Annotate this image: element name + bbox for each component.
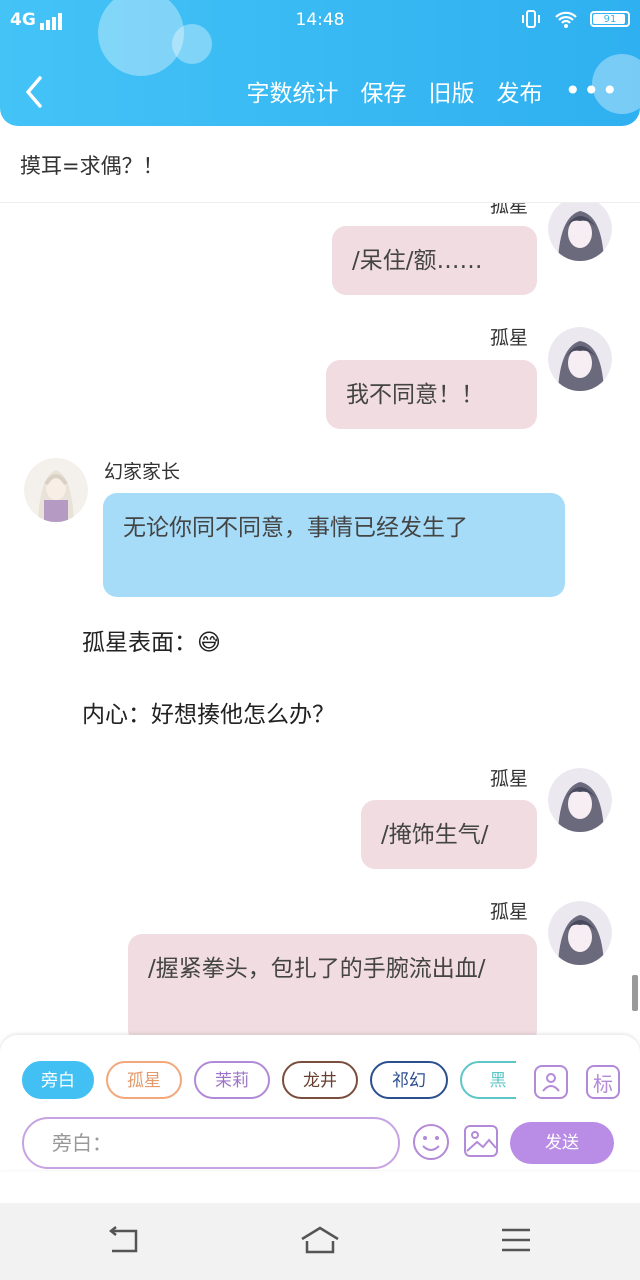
back-button[interactable] <box>18 72 54 112</box>
role-chip-hei[interactable]: 黑 <box>460 1061 516 1099</box>
more-menu-button[interactable]: ••• <box>564 77 620 105</box>
wifi-icon <box>555 11 577 28</box>
contact-icon <box>542 1073 560 1092</box>
sender-name: 孤星 <box>490 901 529 923</box>
message-input[interactable]: 旁白： <box>22 1117 400 1169</box>
app-header: 4G 14:48 91 字数统计 保存 旧版 发布 ••• <box>0 0 640 126</box>
role-chip-guxing[interactable]: 孤星 <box>106 1061 182 1099</box>
message-bubble[interactable]: /握紧拳头，包扎了的手腕流出血/ <box>128 934 537 1035</box>
home-nav-icon[interactable] <box>299 1225 341 1255</box>
role-chip-qihuan[interactable]: 祁幻 <box>370 1061 448 1099</box>
sender-name: 孤星 <box>490 768 529 790</box>
chapter-title-bar: 摸耳=求偶？！ <box>0 130 640 203</box>
battery-icon: 91 <box>590 11 630 27</box>
chat-area[interactable]: 孤星 /呆住/额…… 孤星 我不同意！！ 幻家家长 无论你同不同意，事情已经发生… <box>0 203 640 1035</box>
emoji-icon[interactable] <box>412 1123 450 1161</box>
character-avatar-icon <box>548 203 612 261</box>
word-count-button[interactable]: 字数统计 <box>246 74 338 108</box>
composer-panel: 旁白 孤星 茉莉 龙井 祁幻黑 标 旁白： 发送 <box>0 1035 640 1170</box>
character-avatar-icon <box>548 768 612 832</box>
tag-icon: 标 <box>593 1071 613 1096</box>
message-bubble[interactable]: 我不同意！！ <box>326 360 537 429</box>
tag-button[interactable]: 标 <box>586 1065 620 1099</box>
save-button[interactable]: 保存 <box>360 74 406 108</box>
battery-level: 91 <box>603 13 617 25</box>
role-chip-longjing[interactable]: 龙井 <box>282 1061 358 1099</box>
role-chip-moli[interactable]: 茉莉 <box>194 1061 270 1099</box>
system-nav-bar <box>0 1203 640 1280</box>
vibrate-icon <box>522 10 540 28</box>
image-icon[interactable] <box>463 1123 499 1159</box>
character-avatar-icon <box>548 901 612 965</box>
narration-text[interactable]: 孤星表面：😅 <box>82 623 221 657</box>
narration-text[interactable]: 内心：好想揍他怎么办？ <box>82 695 335 729</box>
menu-nav-icon[interactable] <box>500 1225 532 1255</box>
sender-name: 孤星 <box>490 203 529 217</box>
message-bubble[interactable]: /掩饰生气/ <box>361 800 537 869</box>
publish-button[interactable]: 发布 <box>496 74 542 108</box>
sender-name: 孤星 <box>490 327 529 349</box>
role-chip-narrator[interactable]: 旁白 <box>22 1061 94 1099</box>
chapter-title[interactable]: 摸耳=求偶？！ <box>20 150 164 180</box>
message-bubble[interactable]: 无论你同不同意，事情已经发生了 <box>103 493 565 597</box>
avatar[interactable] <box>548 327 612 391</box>
avatar[interactable] <box>548 901 612 965</box>
old-version-button[interactable]: 旧版 <box>428 74 474 108</box>
sender-name: 幻家家长 <box>104 461 181 483</box>
status-icons: 91 <box>520 9 630 29</box>
header-decoration <box>172 24 212 64</box>
avatar[interactable] <box>548 203 612 261</box>
character-avatar-icon <box>24 458 88 522</box>
header-actions: 字数统计 保存 旧版 发布 ••• <box>246 74 620 108</box>
scrollbar-thumb[interactable] <box>632 975 638 1011</box>
contact-button[interactable] <box>534 1065 568 1099</box>
send-button[interactable]: 发送 <box>510 1122 614 1164</box>
message-bubble[interactable]: /呆住/额…… <box>332 226 537 295</box>
role-chip-list[interactable]: 旁白 孤星 茉莉 龙井 祁幻黑 <box>22 1061 516 1103</box>
back-nav-icon[interactable] <box>106 1225 142 1255</box>
chevron-left-icon <box>26 76 42 108</box>
avatar[interactable] <box>548 768 612 832</box>
character-avatar-icon <box>548 327 612 391</box>
avatar[interactable] <box>24 458 88 522</box>
